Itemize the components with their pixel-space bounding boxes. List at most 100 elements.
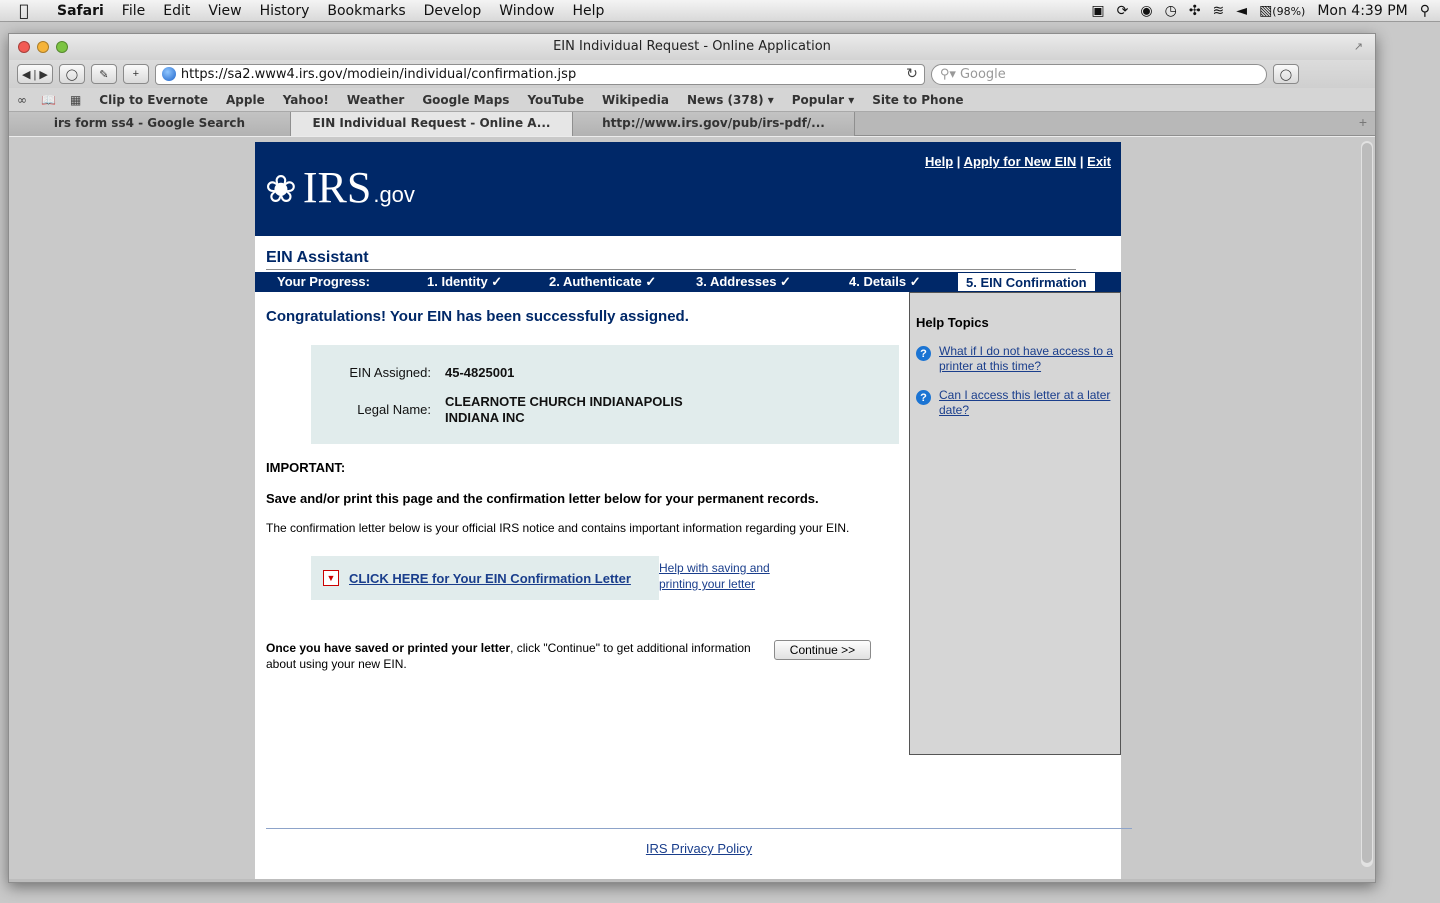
spotlight-icon[interactable]: ⚲ <box>1420 3 1430 19</box>
letter-box: ▼ CLICK HERE for Your EIN Confirmation L… <box>311 556 659 600</box>
bookmarks-icons: ∞ 📖 ▦ <box>17 93 81 107</box>
tab-irs-pdf[interactable]: http://www.irs.gov/pub/irs-pdf/... <box>573 112 855 136</box>
save-instruction: Save and/or print this page and the conf… <box>266 491 819 506</box>
menu-bookmarks[interactable]: Bookmarks <box>318 3 414 19</box>
vertical-scrollbar[interactable] <box>1361 141 1373 867</box>
help-link[interactable]: Help <box>925 154 953 169</box>
bookmark-item[interactable]: Google Maps <box>422 93 509 107</box>
pin-icon[interactable]: ✎ <box>90 64 117 84</box>
success-heading: Congratulations! Your EIN has been succe… <box>266 308 689 325</box>
sync-icon[interactable]: ⟳ <box>1117 3 1129 19</box>
bookmark-item[interactable]: Apple <box>226 93 265 107</box>
window-titlebar[interactable]: EIN Individual Request - Online Applicat… <box>9 34 1375 60</box>
bookmarks-icon[interactable]: 📖 <box>41 93 56 107</box>
bookmark-item[interactable]: Yahoo! <box>283 93 329 107</box>
apply-new-ein-link[interactable]: Apply for New EIN <box>964 154 1077 169</box>
progress-step-authenticate: 2. Authenticate ✓ <box>549 274 657 289</box>
ein-number: 45-4825001 <box>445 365 515 380</box>
ein-assigned-label: EIN Assigned: <box>349 365 431 380</box>
irs-header: ❀ IRS .gov Help | Apply for New EIN | Ex… <box>255 142 1121 236</box>
confirmation-letter-link[interactable]: CLICK HERE for Your EIN Confirmation Let… <box>349 571 631 586</box>
main-content: Congratulations! Your EIN has been succe… <box>266 292 901 680</box>
tab-ein-request[interactable]: EIN Individual Request - Online A... <box>291 112 573 136</box>
tab-google-search[interactable]: irs form ss4 - Google Search <box>9 112 291 136</box>
menu-file[interactable]: File <box>113 3 154 19</box>
continue-instruction-bold: Once you have saved or printed your lett… <box>266 641 511 655</box>
pdf-icon: ▼ <box>323 570 339 586</box>
irs-page: ❀ IRS .gov Help | Apply for New EIN | Ex… <box>255 142 1132 882</box>
dropbox-icon[interactable]: ▣ <box>1091 3 1104 19</box>
minimize-window-button[interactable] <box>37 41 49 53</box>
irs-logo[interactable]: ❀ IRS .gov <box>265 162 415 213</box>
progress-bar: Your Progress: 1. Identity ✓ 2. Authenti… <box>255 272 1121 292</box>
link-separator: | <box>956 154 961 169</box>
bluetooth-icon[interactable]: ✣ <box>1189 3 1201 19</box>
bookmark-item[interactable]: YouTube <box>527 93 584 107</box>
help-saving-link[interactable]: Help with saving and printing your lette… <box>659 560 799 592</box>
menu-help[interactable]: Help <box>563 3 613 19</box>
menu-edit[interactable]: Edit <box>154 3 199 19</box>
privacy-policy-link[interactable]: IRS Privacy Policy <box>646 841 752 856</box>
new-tab-icon[interactable]: + <box>1359 114 1367 130</box>
address-bar[interactable]: https://sa2.www4.irs.gov/modiein/individ… <box>154 63 925 85</box>
progress-label: Your Progress: <box>277 274 370 289</box>
search-icon: ⚲▾ <box>939 66 956 82</box>
continue-row: Once you have saved or printed your lett… <box>266 640 901 680</box>
fullscreen-icon[interactable]: ↗ <box>1354 34 1363 60</box>
legal-name-line2: INDIANA INC <box>445 410 525 425</box>
zoom-window-button[interactable] <box>56 41 68 53</box>
progress-step-addresses: 3. Addresses ✓ <box>696 274 791 289</box>
battery-icon[interactable]: ▧(98%) <box>1259 3 1305 19</box>
progress-step-ein-confirmation: 5. EIN Confirmation <box>957 272 1096 292</box>
link-separator: | <box>1079 154 1084 169</box>
irs-logo-suffix: .gov <box>373 182 415 207</box>
bookmark-item[interactable]: Wikipedia <box>602 93 669 107</box>
time-machine-icon[interactable]: ◷ <box>1165 3 1177 19</box>
reading-list-icon[interactable]: ∞ <box>17 93 27 107</box>
help-topic-item: ? What if I do not have access to a prin… <box>916 344 1120 374</box>
question-icon: ? <box>916 346 931 361</box>
browser-toolbar: ◀ | ▶ ◯ ✎ + https://sa2.www4.irs.gov/mod… <box>9 60 1375 88</box>
bookmark-item[interactable]: Weather <box>347 93 404 107</box>
reader-icon[interactable]: ◯ <box>58 64 85 84</box>
top-sites-icon[interactable]: ▦ <box>70 93 81 107</box>
bookmark-item[interactable]: Popular ▾ <box>792 93 855 107</box>
important-heading: IMPORTANT: <box>266 460 346 475</box>
menu-window[interactable]: Window <box>490 3 563 19</box>
exit-link[interactable]: Exit <box>1087 154 1111 169</box>
continue-button[interactable]: Continue >> <box>774 640 871 660</box>
ein-summary-box: EIN Assigned: 45-4825001 Legal Name: CLE… <box>311 345 899 444</box>
menu-safari[interactable]: Safari <box>48 3 113 19</box>
official-notice-text: The confirmation letter below is your of… <box>266 521 850 535</box>
question-icon: ? <box>916 390 931 405</box>
page-title: EIN Assistant <box>266 249 1076 270</box>
add-bookmark-button[interactable]: + <box>122 64 149 84</box>
volume-icon[interactable]: ◄ <box>1236 3 1247 19</box>
browser-window: EIN Individual Request - Online Applicat… <box>8 33 1376 883</box>
back-forward-button[interactable]: ◀ | ▶ <box>17 64 53 84</box>
apple-menu-icon[interactable]:  <box>0 1 48 20</box>
bookmarks-bar: ∞ 📖 ▦ Clip to Evernote Apple Yahoo! Weat… <box>9 88 1375 112</box>
reload-icon[interactable]: ↻ <box>906 66 918 82</box>
url-text: https://sa2.www4.irs.gov/modiein/individ… <box>180 66 577 82</box>
help-topic-printer-link[interactable]: What if I do not have access to a printe… <box>939 344 1114 374</box>
bookmark-item[interactable]: News (378) ▾ <box>687 93 774 107</box>
progress-step-details: 4. Details ✓ <box>849 274 921 289</box>
search-field[interactable]: ⚲▾ Google <box>930 63 1267 85</box>
search-placeholder: Google <box>959 66 1006 82</box>
tab-bar: irs form ss4 - Google Search EIN Individ… <box>9 112 1375 136</box>
help-topic-later-link[interactable]: Can I access this letter at a later date… <box>939 388 1114 418</box>
clock[interactable]: Mon 4:39 PM <box>1317 3 1407 19</box>
menu-status-area: ▣ ⟳ ◉ ◷ ✣ ≋ ◄ ▧(98%) Mon 4:39 PM ⚲ <box>1091 0 1430 22</box>
wifi-icon[interactable]: ≋ <box>1213 3 1225 19</box>
site-globe-icon <box>161 67 176 81</box>
eye-icon[interactable]: ◉ <box>1140 3 1152 19</box>
bookmark-item[interactable]: Site to Phone <box>872 93 963 107</box>
scrollbar-thumb[interactable] <box>1362 143 1372 863</box>
bookmark-item[interactable]: Clip to Evernote <box>99 93 208 107</box>
menu-history[interactable]: History <box>251 3 319 19</box>
menu-view[interactable]: View <box>199 3 250 19</box>
menu-develop[interactable]: Develop <box>415 3 491 19</box>
downloads-button[interactable]: ◯ <box>1272 64 1299 84</box>
close-window-button[interactable] <box>18 41 30 53</box>
